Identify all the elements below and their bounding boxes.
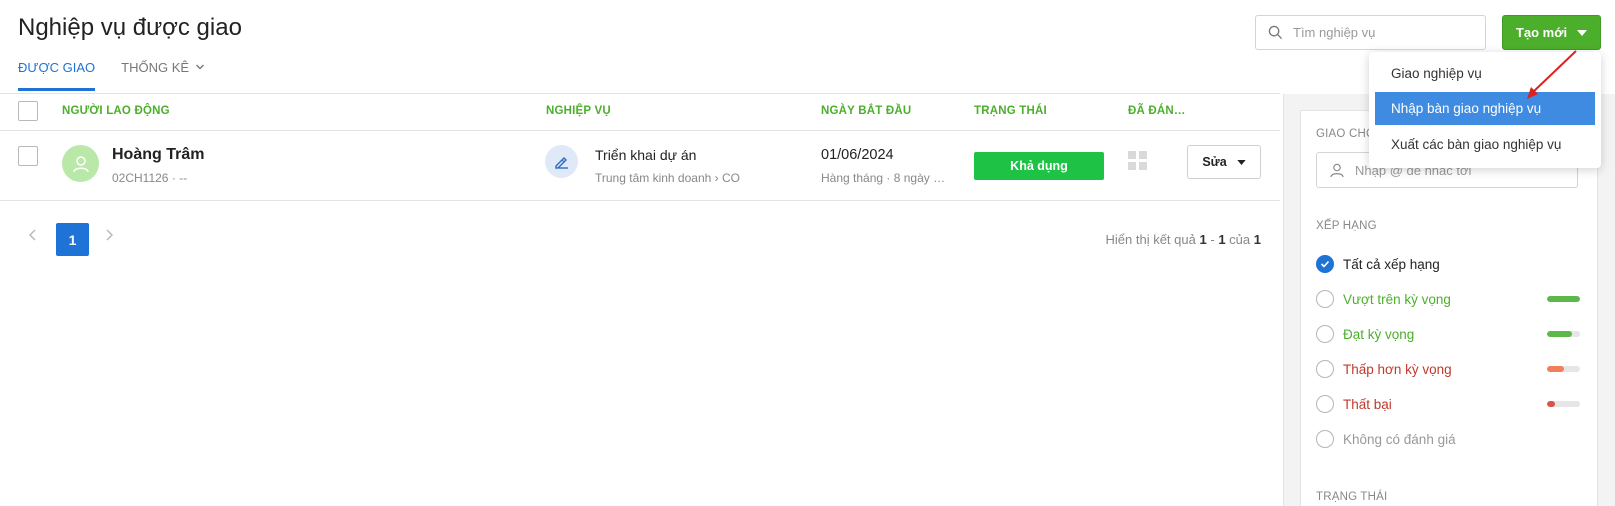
caret-down-icon	[1237, 159, 1246, 165]
column-header-start-date[interactable]: NGÀY BẮT ĐẦU	[821, 105, 911, 117]
chevron-left-icon	[28, 229, 36, 241]
tab-statistics-label: THỐNG KÊ	[121, 60, 190, 75]
result-summary: Hiển thị kết quả 1 - 1 của 1	[1105, 232, 1261, 247]
search-box	[1255, 15, 1486, 50]
radio-unchecked[interactable]	[1316, 395, 1334, 413]
rating-option-label: Thấp hơn kỳ vọng	[1343, 361, 1452, 377]
radio-unchecked[interactable]	[1316, 325, 1334, 343]
red-arrow-annotation	[1527, 50, 1577, 99]
radio-unchecked[interactable]	[1316, 360, 1334, 378]
pen-icon	[545, 145, 578, 178]
search-icon	[1268, 25, 1283, 40]
page-title: Nghiệp vụ được giao	[18, 14, 242, 41]
select-all-checkbox[interactable]	[18, 101, 38, 121]
search-input[interactable]	[1293, 25, 1473, 40]
column-header-task[interactable]: NGHIỆP VỤ	[546, 105, 611, 117]
rating-option[interactable]: Thất bại	[1316, 393, 1580, 415]
rating-level-bar	[1547, 366, 1580, 372]
rating-option-label: Không có đánh giá	[1343, 431, 1456, 447]
rating-level-bar	[1547, 331, 1580, 337]
page-button-1[interactable]: 1	[56, 223, 89, 256]
row-checkbox[interactable]	[18, 146, 38, 166]
column-header-rated[interactable]: ĐÃ ĐÁN…	[1128, 105, 1186, 117]
status-filter-label: TRẠNG THÁI	[1316, 491, 1388, 503]
chevron-down-icon	[196, 64, 205, 70]
rating-option-label: Đạt kỳ vọng	[1343, 326, 1415, 342]
caret-down-icon	[1577, 29, 1588, 36]
date-frequency: Hàng tháng · 8 ngày …	[821, 171, 946, 185]
start-date: 01/06/2024	[821, 147, 894, 163]
rating-option[interactable]: Tất cả xếp hạng	[1316, 253, 1580, 275]
radio-checked[interactable]	[1316, 255, 1334, 273]
tab-bar: ĐƯỢC GIAO THỐNG KÊ	[18, 56, 231, 91]
rating-option[interactable]: Không có đánh giá	[1316, 428, 1580, 450]
employee-code: 02CH1126 · --	[112, 171, 188, 185]
edit-label: Sửa	[1202, 155, 1227, 169]
edit-button[interactable]: Sửa	[1187, 145, 1261, 179]
prev-page-button[interactable]	[28, 228, 38, 247]
radio-unchecked[interactable]	[1316, 430, 1334, 448]
rating-option-label: Tất cả xếp hạng	[1343, 256, 1440, 272]
rating-option[interactable]: Vượt trên kỳ vọng	[1316, 288, 1580, 310]
create-new-label: Tạo mới	[1515, 25, 1568, 40]
avatar	[62, 145, 99, 182]
user-icon	[1330, 163, 1344, 178]
rating-label: XẾP HẠNG	[1316, 220, 1377, 232]
assign-to-label: GIAO CHO	[1316, 128, 1376, 140]
column-header-status[interactable]: TRẠNG THÁI	[974, 105, 1047, 117]
table-header: NGƯỜI LAO ĐỘNG NGHIỆP VỤ NGÀY BẮT ĐẦU TR…	[0, 94, 1280, 131]
tab-statistics[interactable]: THỐNG KÊ	[121, 56, 205, 91]
page: Nghiệp vụ được giao ĐƯỢC GIAO THỐNG KÊ T…	[0, 0, 1615, 506]
create-new-button[interactable]: Tạo mới	[1502, 15, 1601, 50]
check-icon	[1320, 260, 1330, 268]
rating-option[interactable]: Thấp hơn kỳ vọng	[1316, 358, 1580, 380]
user-icon	[72, 155, 89, 172]
employee-name[interactable]: Hoàng Trâm	[112, 146, 204, 164]
menu-item-export-handovers[interactable]: Xuất các bàn giao nghiệp vụ	[1375, 128, 1595, 161]
table-row[interactable]: Hoàng Trâm 02CH1126 · -- Triển khai dự á…	[0, 131, 1280, 201]
rating-level-bar	[1547, 296, 1580, 302]
grid-icon	[1128, 151, 1147, 170]
task-department: Trung tâm kinh doanh › CO	[595, 171, 740, 185]
column-header-employee[interactable]: NGƯỜI LAO ĐỘNG	[62, 105, 170, 117]
tab-assigned-label: ĐƯỢC GIAO	[18, 60, 96, 75]
task-name[interactable]: Triển khai dự án	[595, 147, 696, 163]
rating-level-bar	[1547, 401, 1580, 407]
status-badge: Khả dụng	[974, 152, 1104, 180]
next-page-button[interactable]	[104, 228, 114, 247]
tab-assigned[interactable]: ĐƯỢC GIAO	[18, 56, 96, 91]
chevron-right-icon	[106, 229, 114, 241]
rating-option[interactable]: Đạt kỳ vọng	[1316, 323, 1580, 345]
radio-unchecked[interactable]	[1316, 290, 1334, 308]
rating-option-label: Vượt trên kỳ vọng	[1343, 291, 1451, 307]
rating-option-label: Thất bại	[1343, 396, 1392, 412]
